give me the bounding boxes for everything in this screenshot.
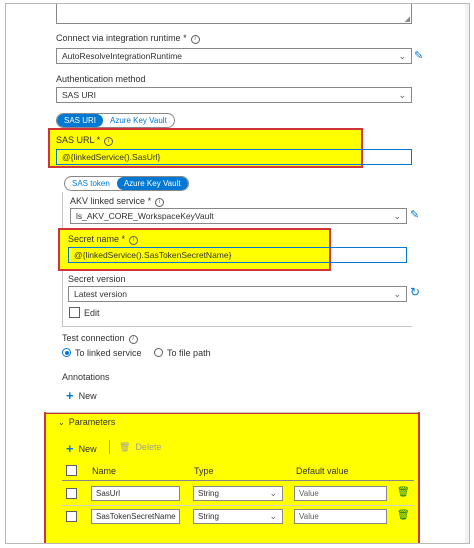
toggle-azure-key-vault[interactable]: Azure Key Vault [103,114,174,127]
radio-to-linked-service[interactable]: To linked service [62,348,142,358]
sas-url-input[interactable]: @{linkedService().SasUrl} [56,149,412,165]
secret-version-select[interactable]: Latest version ⌄ [68,286,407,302]
plus-icon: + [66,388,74,403]
refresh-icon[interactable]: ↻ [410,285,420,299]
edit-checkbox-label: Edit [84,308,100,318]
akv-linked-service-select[interactable]: ls_AKV_CORE_WorkspaceKeyVault ⌄ [70,208,407,224]
row-checkbox[interactable] [66,488,77,499]
parameters-header[interactable]: ⌄ Parameters [58,417,115,427]
chevron-down-icon: ⌄ [269,511,277,521]
info-icon: i [190,35,200,44]
sas-source-toggle: SAS URI Azure Key Vault [56,113,175,128]
column-header-type: Type [194,466,214,476]
secret-name-input[interactable]: @{linkedService().SasTokenSecretName} [68,247,407,263]
test-connection-options: To linked service To file path [62,348,211,358]
sas-url-value: @{linkedService().SasUrl} [62,152,161,162]
chevron-down-icon: ⌄ [269,488,277,498]
select-all-checkbox[interactable] [66,465,77,476]
info-icon: i [129,236,139,245]
secret-name-value: @{linkedService().SasTokenSecretName} [74,250,232,260]
annotations-new-button[interactable]: + New [66,388,97,403]
chevron-down-icon: ⌄ [393,211,401,221]
chevron-down-icon: ⌄ [398,51,406,61]
secret-name-label: Secret name * i [68,234,139,245]
toolbar-separator [109,440,110,454]
linked-service-form: ◢ Connect via integration runtime * i Aut… [6,4,468,543]
parameter-type-select[interactable]: String ⌄ [193,509,283,524]
chevron-down-icon: ⌄ [58,418,65,427]
secret-version-label: Secret version [68,274,126,284]
edit-pencil-icon[interactable]: ✎ [414,49,423,62]
test-connection-label: Test connection i [62,333,138,344]
connect-via-label: Connect via integration runtime * i [56,33,200,44]
secret-version-value: Latest version [74,289,127,299]
sas-token-toggle: SAS token Azure Key Vault [64,176,189,191]
table-header-divider [62,480,414,481]
delete-row-icon[interactable]: 🗑 [397,487,410,498]
resize-handle-icon: ◢ [404,16,410,23]
info-icon: i [155,198,165,207]
delete-row-icon[interactable]: 🗑 [397,510,410,521]
column-header-name: Name [92,466,117,476]
chevron-down-icon: ⌄ [398,90,406,100]
parameter-name-input[interactable]: SasTokenSecretName [91,509,180,524]
parameter-default-value-input[interactable]: Value [294,509,387,524]
chevron-down-icon: ⌄ [393,289,401,299]
auth-method-select[interactable]: SAS URI ⌄ [56,87,412,103]
integration-runtime-select[interactable]: AutoResolveIntegrationRuntime ⌄ [56,48,412,64]
sas-url-label: SAS URL * i [56,135,114,146]
radio-to-file-path[interactable]: To file path [154,348,211,358]
vertical-scrollbar[interactable] [465,4,469,543]
annotations-label: Annotations [62,372,110,382]
toggle-sas-token[interactable]: SAS token [65,177,117,190]
radio-selected-icon [62,348,71,357]
parameter-default-value-input[interactable]: Value [294,486,387,501]
description-textarea[interactable]: ◢ [56,4,412,24]
auth-method-value: SAS URI [62,90,97,100]
plus-icon: + [66,441,74,456]
akv-linked-service-value: ls_AKV_CORE_WorkspaceKeyVault [76,211,214,221]
parameter-type-select[interactable]: String ⌄ [193,486,283,501]
row-checkbox[interactable] [66,511,77,522]
parameter-name-input[interactable]: SasUrl [91,486,180,501]
akv-linked-service-label: AKV linked service * i [70,196,165,207]
integration-runtime-value: AutoResolveIntegrationRuntime [62,51,183,61]
column-header-default-value: Default value [296,466,349,476]
edit-pencil-icon[interactable]: ✎ [410,208,419,221]
parameters-divider [46,412,418,413]
parameters-highlight [44,412,420,543]
toggle-token-azure-key-vault[interactable]: Azure Key Vault [116,177,188,190]
edit-checkbox[interactable] [69,307,80,318]
parameters-new-button[interactable]: + New [66,441,97,456]
trash-icon: 🗑 [119,442,131,452]
toggle-sas-uri[interactable]: SAS URI [57,114,104,127]
info-icon: i [128,335,138,344]
screenshot-frame: ◢ Connect via integration runtime * i Aut… [5,3,470,544]
info-icon: i [104,137,114,146]
parameters-delete-button[interactable]: 🗑 Delete [119,442,161,453]
auth-method-label: Authentication method [56,74,146,84]
row-divider [62,505,414,506]
radio-unselected-icon [154,348,164,357]
